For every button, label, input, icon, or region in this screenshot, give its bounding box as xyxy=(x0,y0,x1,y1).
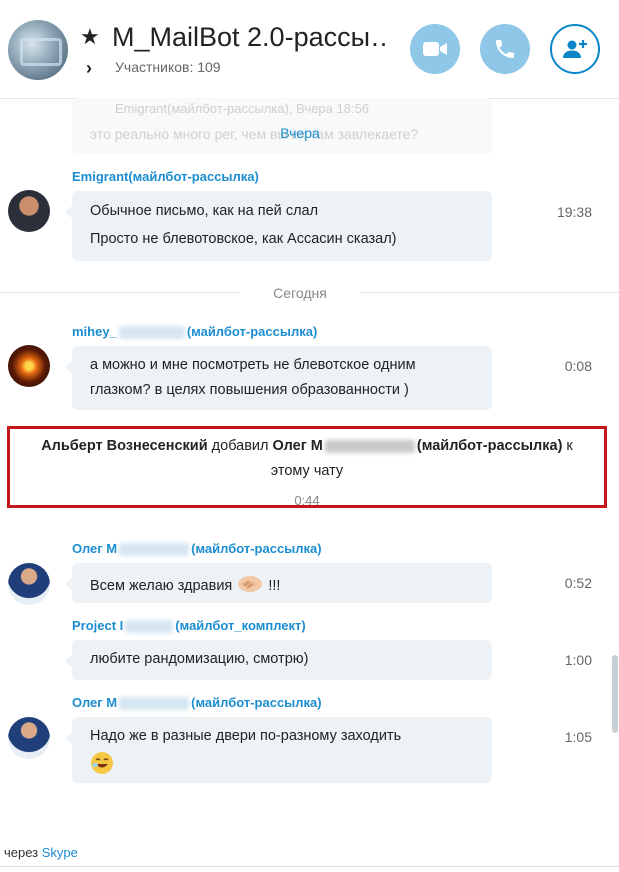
message-sender[interactable]: Project I (майлбот_комплект) xyxy=(72,618,306,634)
avatar[interactable] xyxy=(8,190,50,232)
video-call-button[interactable] xyxy=(410,24,460,74)
message-sender[interactable]: mihey_ (майлбот-рассылка) xyxy=(72,324,318,340)
avatar[interactable] xyxy=(8,717,50,759)
message-text-part: !!! xyxy=(268,577,281,594)
message-text: а можно и мне посмотреть не блевотское о… xyxy=(90,357,416,373)
message-bubble[interactable]: а можно и мне посмотреть не блевотское о… xyxy=(65,346,492,410)
footer-via-text: через xyxy=(4,845,42,860)
chat-title[interactable]: M_MailBot 2.0-рассы… xyxy=(112,22,387,53)
target-group: (майлбот-рассылка) xyxy=(416,438,563,454)
skype-link[interactable]: Skype xyxy=(42,845,78,860)
message-sender[interactable]: Олег М (майлбот-рассылка) xyxy=(72,541,322,557)
message-text: любите рандомизацию, смотрю) xyxy=(90,651,309,667)
actor-name: Альберт Вознесенский xyxy=(41,438,208,454)
footer-divider xyxy=(0,866,619,867)
sender-group: (майлбот-рассылка) xyxy=(191,695,322,710)
message-bubble[interactable]: Всем желаю здравия !!! xyxy=(65,563,492,603)
redacted-name xyxy=(125,620,174,634)
sender-name: mihey_ xyxy=(72,324,117,339)
message-time: 0:52 xyxy=(564,575,592,591)
scrollbar-thumb[interactable] xyxy=(612,655,618,733)
avatar[interactable] xyxy=(8,563,50,605)
faded-message-meta: Emigrant(майлбот-рассылка), Вчера 18:56 xyxy=(115,101,370,116)
message-bubble[interactable]: Обычное письмо, как на пей слал Просто н… xyxy=(65,191,492,261)
redacted-name xyxy=(119,543,190,557)
message-time: 0:08 xyxy=(564,358,592,374)
handshake-emoji-icon xyxy=(236,574,264,598)
chat-header: ★ M_MailBot 2.0-рассы… › Участников: 109 xyxy=(0,0,619,98)
message-text: Обычное письмо, как на пей слал xyxy=(90,203,319,219)
message-text: Надо же в разные двери по-разному заходи… xyxy=(90,728,402,744)
system-notice-text-2: этому чату xyxy=(270,463,344,479)
system-notice-text: Альберт Вознесенский добавил Олег М (майл… xyxy=(10,438,604,454)
message-text: Просто не блевотовское, как Ассасин сказ… xyxy=(90,231,397,247)
redacted-name xyxy=(324,439,415,453)
footer-source: через Skype xyxy=(4,845,78,860)
sender-name: Олег М xyxy=(72,541,118,556)
add-user-icon xyxy=(563,40,587,58)
message-sender[interactable]: Emigrant(майлбот-рассылка) xyxy=(72,169,259,184)
members-count[interactable]: Участников: 109 xyxy=(115,59,221,75)
system-notice-time: 0:44 xyxy=(294,493,320,508)
phone-icon xyxy=(496,40,514,58)
system-tail: к xyxy=(562,438,573,454)
sender-group: (майлбот_комплект) xyxy=(175,618,306,633)
laughing-emoji-icon xyxy=(90,751,114,780)
day-label-yesterday[interactable]: Вчера xyxy=(240,125,360,141)
sender-name: Project I xyxy=(72,618,124,633)
message-time: 1:00 xyxy=(564,652,592,668)
message-bubble[interactable]: Надо же в разные двери по-разному заходи… xyxy=(65,717,492,783)
message-text-part: Всем желаю здравия xyxy=(90,577,233,594)
add-participant-button[interactable] xyxy=(550,24,600,74)
sender-group: (майлбот-рассылка) xyxy=(191,541,322,556)
audio-call-button[interactable] xyxy=(480,24,530,74)
system-verb: добавил xyxy=(207,438,273,454)
group-avatar[interactable] xyxy=(8,20,68,80)
redacted-name xyxy=(119,697,190,711)
sender-group: (майлбот-рассылка) xyxy=(186,324,318,339)
system-notice-highlight: Альберт Вознесенский добавил Олег М (майл… xyxy=(7,426,607,508)
sender-name: Олег М xyxy=(72,695,118,710)
message-bubble[interactable]: любите рандомизацию, смотрю) xyxy=(65,640,492,680)
day-label-today: Сегодня xyxy=(240,285,360,301)
message-sender[interactable]: Олег М (майлбот-рассылка) xyxy=(72,695,322,711)
video-camera-icon xyxy=(423,42,447,56)
target-name: Олег М xyxy=(272,438,323,454)
message-time: 1:05 xyxy=(564,729,592,745)
star-icon[interactable]: ★ xyxy=(80,24,100,50)
message-time: 19:38 xyxy=(556,204,592,220)
message-text: Всем желаю здравия !!! xyxy=(90,574,280,598)
redacted-name xyxy=(118,326,185,340)
chevron-right-icon[interactable]: › xyxy=(86,58,92,79)
avatar[interactable] xyxy=(8,345,50,387)
message-text: глазком? в целях повышения образованност… xyxy=(90,382,409,398)
